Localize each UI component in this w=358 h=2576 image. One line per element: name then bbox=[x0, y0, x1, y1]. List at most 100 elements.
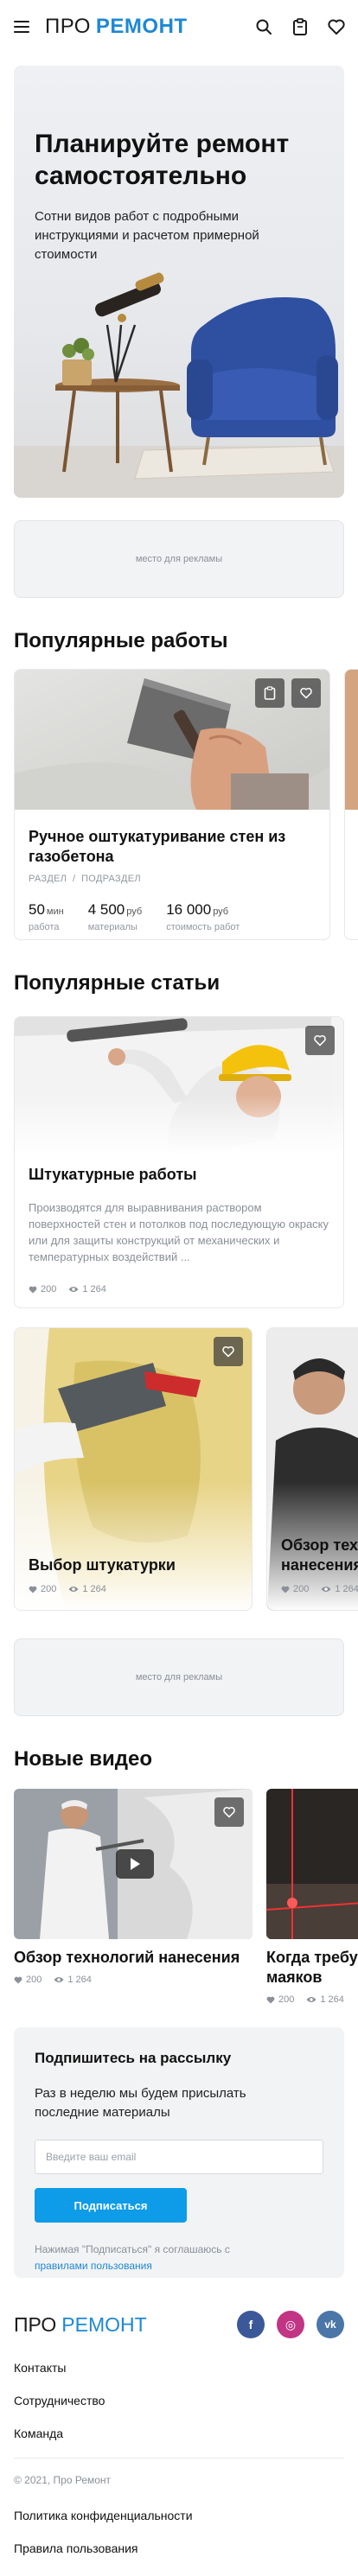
article-card-image bbox=[15, 1017, 343, 1155]
newsletter-terms: Нажимая "Подписаться" я соглашаюсь с пра… bbox=[35, 2242, 323, 2274]
article-card-meta: 200 1 264 bbox=[29, 1584, 106, 1594]
footer-logo[interactable]: ПРО РЕМОНТ bbox=[14, 2313, 147, 2337]
video-card-meta: 200 1 264 bbox=[266, 1994, 358, 2005]
article-card-title[interactable]: Штукатурные работы bbox=[29, 1166, 329, 1184]
footer-link-contacts[interactable]: Контакты bbox=[14, 2359, 344, 2376]
subscribe-button[interactable]: Подписаться bbox=[35, 2188, 187, 2223]
breadcrumb-sep: / bbox=[72, 874, 76, 884]
heart-icon[interactable] bbox=[291, 678, 321, 708]
heart-icon[interactable] bbox=[327, 17, 346, 36]
video-card-meta: 200 1 264 bbox=[14, 1975, 253, 1985]
stat-unit: руб bbox=[213, 906, 229, 917]
views-count: 1 264 bbox=[82, 1584, 106, 1594]
videos-carousel[interactable]: Обзор технологий нанесения 200 1 264 Ког… bbox=[0, 1789, 358, 2005]
stat-value: 16 000 bbox=[166, 901, 212, 918]
video-card-thumbnail bbox=[266, 1789, 358, 1939]
page: ПРО РЕМОНТ Планируйте ремонт самостоятел… bbox=[0, 0, 358, 2576]
breadcrumb-section[interactable]: РАЗДЕЛ bbox=[29, 874, 67, 884]
stat-unit: руб bbox=[126, 906, 143, 917]
views: 1 264 bbox=[321, 1584, 358, 1594]
views: 1 264 bbox=[68, 1284, 106, 1294]
hero-subtitle: Сотни видов работ с подробными инструкци… bbox=[35, 209, 259, 262]
work-card-image bbox=[15, 670, 329, 810]
article-card-excerpt: Производятся для выравнивания раствором … bbox=[29, 1201, 329, 1263]
like-heart-icon bbox=[29, 1586, 37, 1593]
article-card[interactable]: Обзор технологий нанесения 200 1 264 bbox=[266, 1327, 358, 1611]
menu-icon[interactable] bbox=[14, 21, 29, 33]
work-card-actions bbox=[255, 678, 321, 708]
terms-link[interactable]: правилами пользования bbox=[35, 2260, 152, 2272]
footer-link-team[interactable]: Команда bbox=[14, 2425, 344, 2442]
video-card[interactable]: Когда требуется установка маяков 200 1 2… bbox=[266, 1789, 358, 2005]
ad-placeholder-bottom[interactable]: место для рекламы bbox=[14, 1638, 344, 1716]
article-card[interactable]: Выбор штукатурки 200 1 264 bbox=[14, 1327, 253, 1611]
works-section-title: Популярные работы bbox=[14, 629, 228, 652]
eye-icon bbox=[321, 1587, 331, 1592]
like-heart-icon bbox=[281, 1586, 290, 1593]
video-card-thumbnail bbox=[14, 1789, 253, 1939]
logo-part2: РЕМОНТ bbox=[61, 2312, 147, 2336]
newsletter-text: Раз в неделю мы будем присылать последни… bbox=[35, 2086, 246, 2120]
views: 1 264 bbox=[68, 1584, 106, 1594]
heart-icon[interactable] bbox=[214, 1797, 244, 1827]
video-card-title[interactable]: Когда требуется установка маяков bbox=[266, 1948, 358, 1988]
views-count: 1 264 bbox=[82, 1284, 106, 1294]
newsletter-block: Подпишитесь на рассылку Раз в неделю мы … bbox=[14, 2027, 344, 2278]
footer-link-terms[interactable]: Правила пользования bbox=[14, 2540, 344, 2557]
logo[interactable]: ПРО РЕМОНТ bbox=[45, 16, 188, 37]
footer-nav: Контакты Сотрудничество Команда bbox=[14, 2359, 344, 2442]
views-count: 1 264 bbox=[320, 1994, 344, 2005]
heart-icon[interactable] bbox=[305, 1026, 335, 1055]
vk-icon[interactable]: vk bbox=[316, 2311, 344, 2338]
works-carousel[interactable]: Ручное оштукатуривание стен из газобетон… bbox=[0, 669, 358, 940]
likes: 200 bbox=[266, 1994, 294, 2005]
instagram-icon[interactable]: ◎ bbox=[277, 2311, 304, 2338]
video-card[interactable]: Обзор технологий нанесения 200 1 264 bbox=[14, 1789, 253, 1985]
footer-link-cooperation[interactable]: Сотрудничество bbox=[14, 2392, 344, 2409]
like-heart-icon bbox=[29, 1286, 37, 1294]
ad-placeholder-top[interactable]: место для рекламы bbox=[14, 520, 344, 598]
stat-time: 50 мин работа bbox=[29, 901, 64, 932]
work-card-next-peek[interactable] bbox=[344, 669, 358, 940]
newsletter-title: Подпишитесь на рассылку bbox=[35, 2050, 232, 2066]
footer: ПРО РЕМОНТ f ◎ vk Контакты Сотрудничеств… bbox=[14, 2307, 344, 2557]
views: 1 264 bbox=[54, 1975, 92, 1985]
article-card-featured[interactable]: Штукатурные работы Производятся для выра… bbox=[14, 1016, 344, 1308]
likes-count: 200 bbox=[26, 1975, 42, 1985]
video-card-title[interactable]: Обзор технологий нанесения bbox=[14, 1948, 253, 1968]
footer-link-privacy[interactable]: Политика конфиденциальности bbox=[14, 2507, 344, 2524]
work-card-title[interactable]: Ручное оштукатуривание стен из газобетон… bbox=[29, 827, 316, 867]
views: 1 264 bbox=[306, 1994, 344, 2005]
likes: 200 bbox=[29, 1584, 56, 1594]
article-card-meta: 200 1 264 bbox=[29, 1284, 329, 1294]
breadcrumb-subsection[interactable]: ПОДРАЗДЕЛ bbox=[81, 874, 141, 884]
articles-carousel[interactable]: Выбор штукатурки 200 1 264 Обзор тех нан… bbox=[0, 1327, 358, 1611]
stat-value: 4 500 bbox=[87, 901, 125, 918]
stat-label: стоимость работ bbox=[166, 922, 240, 932]
article-card-title[interactable]: Обзор технологий нанесения bbox=[281, 1536, 358, 1575]
likes-count: 200 bbox=[293, 1584, 310, 1594]
eye-icon bbox=[306, 1997, 316, 2002]
search-icon[interactable] bbox=[254, 17, 273, 36]
clipboard-icon[interactable] bbox=[291, 17, 310, 36]
hero-title: Планируйте ремонт самостоятельно bbox=[35, 130, 290, 190]
facebook-icon[interactable]: f bbox=[237, 2311, 265, 2338]
stat-label: материалы bbox=[87, 922, 137, 932]
heart-icon[interactable] bbox=[214, 1337, 243, 1366]
clipboard-icon[interactable] bbox=[255, 678, 284, 708]
hero-banner: Планируйте ремонт самостоятельно Сотни в… bbox=[14, 66, 344, 498]
play-icon[interactable] bbox=[116, 1849, 154, 1879]
copyright: © 2021, Про Ремонт bbox=[14, 2474, 112, 2486]
stat-unit: мин bbox=[46, 906, 64, 917]
work-card[interactable]: Ручное оштукатуривание стен из газобетон… bbox=[14, 669, 330, 940]
likes: 200 bbox=[281, 1584, 309, 1594]
footer-legal: Политика конфиденциальности Правила поль… bbox=[14, 2507, 344, 2557]
eye-icon bbox=[68, 1287, 79, 1292]
article-card-title[interactable]: Выбор штукатурки bbox=[29, 1555, 176, 1575]
stat-materials: 4 500 руб материалы bbox=[88, 901, 142, 932]
footer-top: ПРО РЕМОНТ f ◎ vk bbox=[14, 2307, 344, 2342]
email-field[interactable] bbox=[35, 2140, 323, 2174]
views-count: 1 264 bbox=[335, 1584, 358, 1594]
views-count: 1 264 bbox=[67, 1975, 92, 1985]
likes-count: 200 bbox=[41, 1584, 57, 1594]
